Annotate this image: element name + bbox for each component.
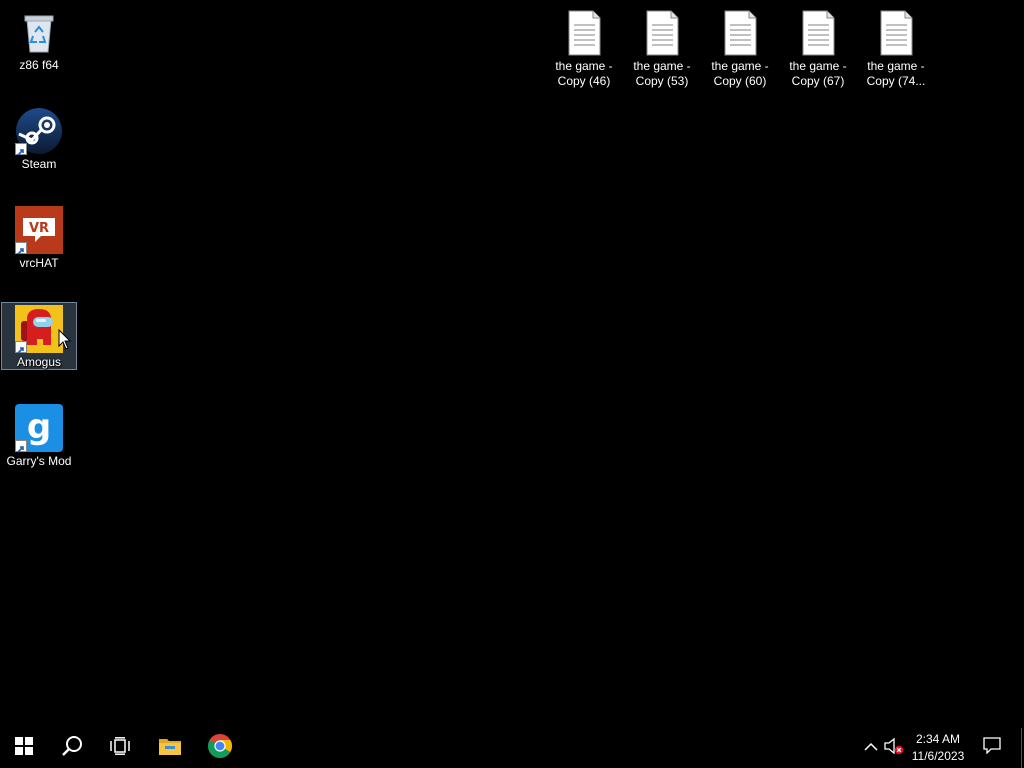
- desktop-file-label: the game - Copy (67): [789, 59, 847, 88]
- show-desktop-button[interactable]: [1018, 728, 1024, 768]
- desktop-file-label: the game - Copy (46): [555, 59, 613, 88]
- mouse-cursor-icon: [58, 328, 72, 356]
- text-file-icon: [794, 9, 842, 57]
- task-view-icon: [110, 736, 130, 760]
- text-file-icon: [560, 9, 608, 57]
- speaker-muted-icon: [884, 737, 904, 760]
- desktop[interactable]: z86 f64 Steam VR vrcHAT Amogus g Garry's…: [0, 0, 1024, 728]
- chrome-icon: [207, 733, 233, 764]
- desktop-icon-label: z86 f64: [19, 58, 59, 72]
- text-file-icon: [716, 9, 764, 57]
- text-file-icon: [638, 9, 686, 57]
- shortcut-arrow-icon: [15, 341, 27, 354]
- windows-start-icon: [15, 736, 33, 760]
- file-explorer-icon: [158, 736, 182, 761]
- file-explorer-button[interactable]: [146, 728, 194, 768]
- desktop-file-the-game-copy-74[interactable]: the game - Copy (74...: [858, 6, 934, 88]
- clock-time: 2:34 AM: [915, 732, 961, 746]
- desktop-file-the-game-copy-67[interactable]: the game - Copy (67): [780, 6, 856, 88]
- desktop-file-label: the game - Copy (53): [633, 59, 691, 88]
- desktop-icon-garrys-mod[interactable]: g Garry's Mod: [1, 401, 77, 469]
- text-file-icon: [872, 9, 920, 57]
- desktop-icon-steam[interactable]: Steam: [1, 104, 77, 172]
- search-icon: [61, 735, 83, 762]
- show-hidden-icons-button[interactable]: [860, 728, 882, 768]
- desktop-icon-label: Garry's Mod: [6, 454, 72, 468]
- desktop-icon-recycle-bin[interactable]: z86 f64: [1, 5, 77, 73]
- shortcut-arrow-icon: [15, 242, 27, 255]
- taskbar: 2:34 AM 11/6/2023: [0, 728, 1024, 768]
- chrome-button[interactable]: [196, 728, 244, 768]
- start-button[interactable]: [0, 728, 48, 768]
- show-desktop-divider: [1020, 728, 1022, 768]
- recycle-bin-icon: [15, 8, 63, 56]
- desktop-file-the-game-copy-53[interactable]: the game - Copy (53): [624, 6, 700, 88]
- svg-text:g: g: [27, 407, 51, 447]
- shortcut-arrow-icon: [15, 143, 27, 156]
- shortcut-arrow-icon: [15, 440, 27, 453]
- clock-date: 11/6/2023: [911, 749, 965, 763]
- desktop-icon-label: Steam: [21, 157, 57, 171]
- among-us-icon: [15, 305, 63, 354]
- desktop-icon-label: Amogus: [16, 355, 62, 369]
- taskbar-clock[interactable]: 2:34 AM 11/6/2023: [904, 728, 972, 768]
- volume-button[interactable]: [882, 728, 906, 768]
- garrys-mod-icon: g: [15, 404, 63, 453]
- task-view-button[interactable]: [96, 728, 144, 768]
- desktop-file-label: the game - Copy (74...: [866, 59, 926, 88]
- svg-text:VR: VR: [29, 221, 49, 236]
- chevron-up-icon: [864, 739, 878, 757]
- action-center-button[interactable]: [980, 728, 1004, 768]
- desktop-file-the-game-copy-60[interactable]: the game - Copy (60): [702, 6, 778, 88]
- notification-icon: [983, 737, 1001, 759]
- steam-icon: [15, 107, 63, 156]
- desktop-file-the-game-copy-46[interactable]: the game - Copy (46): [546, 6, 622, 88]
- desktop-icon-label: vrcHAT: [19, 256, 59, 270]
- search-button[interactable]: [48, 728, 96, 768]
- vrchat-icon: VR: [15, 206, 63, 255]
- desktop-icon-vrchat[interactable]: VR vrcHAT: [1, 203, 77, 271]
- desktop-file-label: the game - Copy (60): [711, 59, 769, 88]
